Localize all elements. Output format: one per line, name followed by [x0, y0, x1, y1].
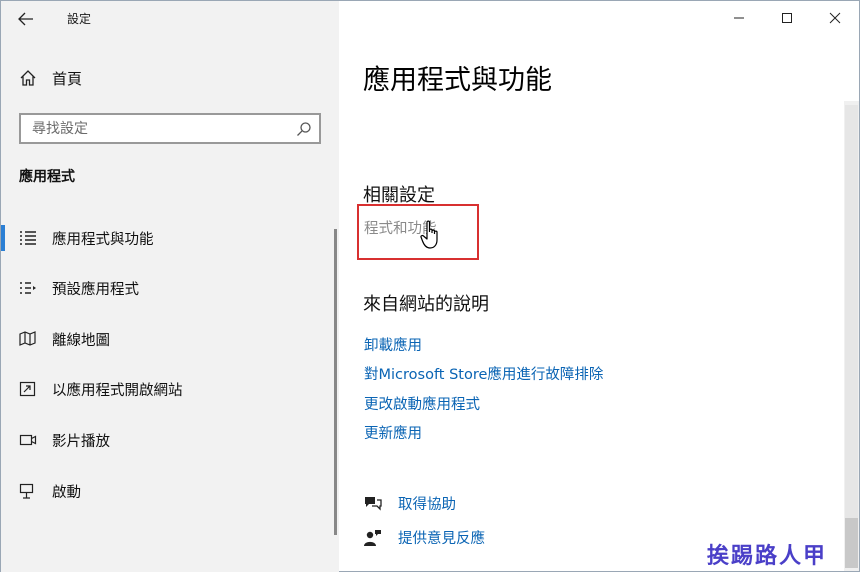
page-title: 應用程式與功能 — [363, 65, 552, 96]
close-button[interactable] — [811, 1, 859, 35]
back-button[interactable] — [11, 5, 41, 33]
sidebar-item-label: 以應用程式開啟網站 — [52, 383, 183, 399]
settings-window: 設定 首頁 應用程式 應用程式與功能 — [0, 0, 860, 572]
sidebar-item-default-apps[interactable]: 預設應用程式 — [1, 270, 321, 306]
maximize-button[interactable] — [763, 1, 811, 35]
hand-cursor-icon — [420, 220, 438, 249]
sidebar-item-startup[interactable]: 啟動 — [1, 473, 321, 509]
sidebar-item-label: 應用程式與功能 — [52, 232, 154, 248]
change-startup-apps-link[interactable]: 更改啟動應用程式 — [364, 393, 480, 414]
apps-features-icon — [20, 231, 36, 245]
app-title: 設定 — [67, 12, 92, 26]
home-icon — [20, 70, 36, 86]
default-apps-icon — [20, 282, 36, 294]
sidebar-item-home[interactable]: 首頁 — [1, 61, 321, 95]
sidebar: 設定 首頁 應用程式 應用程式與功能 — [1, 1, 339, 572]
back-arrow-icon — [18, 12, 33, 26]
sidebar-item-label: 首頁 — [52, 70, 83, 88]
sidebar-item-label: 離線地圖 — [52, 333, 110, 349]
sidebar-item-apps-for-websites[interactable]: 以應用程式開啟網站 — [1, 371, 321, 407]
search-icon[interactable] — [296, 121, 312, 137]
minimize-button[interactable] — [715, 1, 763, 35]
sidebar-item-label: 啟動 — [52, 485, 81, 501]
startup-icon — [19, 483, 34, 499]
sidebar-item-video-playback[interactable]: 影片播放 — [1, 422, 321, 458]
search-input[interactable] — [21, 115, 291, 142]
search-box[interactable] — [19, 113, 321, 144]
feedback-icon — [364, 530, 381, 546]
update-apps-link[interactable]: 更新應用 — [364, 422, 422, 443]
support-label: 提供意見反應 — [398, 531, 485, 547]
sidebar-item-offline-maps[interactable]: 離線地圖 — [1, 321, 321, 357]
minimize-icon — [734, 17, 744, 19]
get-help-icon — [365, 497, 382, 511]
sidebar-item-label: 預設應用程式 — [52, 282, 139, 298]
watermark: 挨踢路人甲 — [707, 543, 828, 569]
uninstall-apps-link[interactable]: 卸載應用 — [364, 334, 422, 355]
help-heading: 來自網站的說明 — [363, 294, 489, 315]
give-feedback-link[interactable]: 提供意見反應 — [363, 526, 563, 550]
title-bar-buttons — [715, 1, 859, 35]
section-heading: 應用程式 — [19, 169, 75, 185]
apps-for-websites-icon — [19, 381, 36, 397]
maximize-icon — [782, 13, 792, 23]
offline-maps-icon — [19, 331, 36, 346]
main-scrollbar-area — [845, 105, 858, 518]
support-label: 取得協助 — [398, 497, 456, 513]
troubleshoot-store-link[interactable]: 對Microsoft Store應用進行故障排除 — [364, 363, 603, 384]
highlight-box — [357, 204, 479, 260]
selection-indicator — [1, 225, 5, 251]
sidebar-item-label: 影片播放 — [52, 434, 110, 450]
video-playback-icon — [19, 434, 37, 446]
sidebar-item-apps-features[interactable]: 應用程式與功能 — [1, 220, 321, 256]
main-scrollbar-thumb[interactable] — [845, 518, 858, 568]
get-help-link[interactable]: 取得協助 — [363, 492, 563, 516]
sidebar-scrollbar[interactable] — [334, 229, 337, 535]
close-icon — [829, 12, 841, 24]
